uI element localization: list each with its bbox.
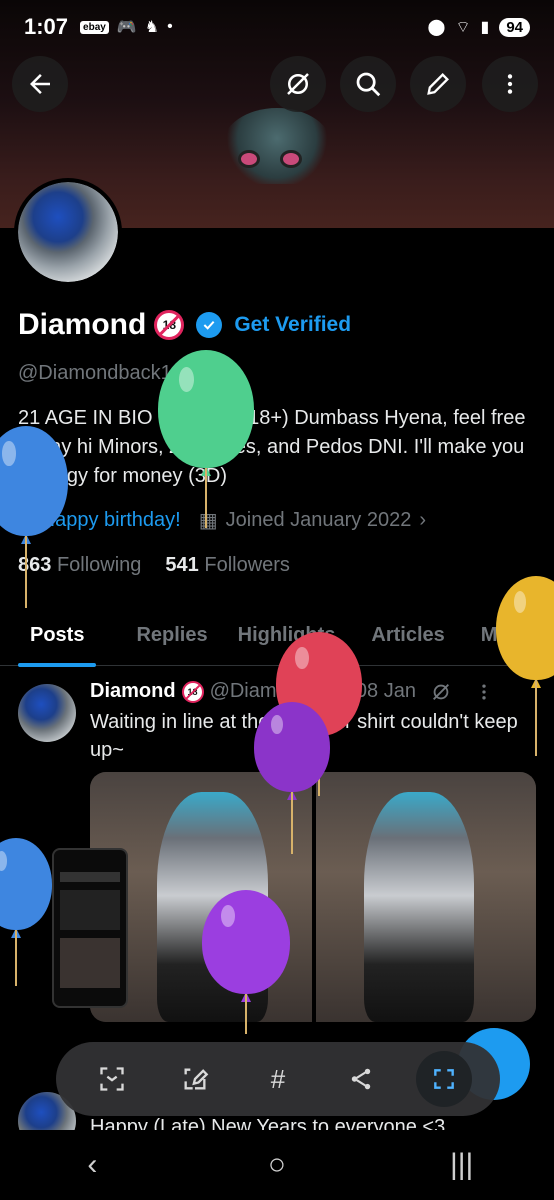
get-verified-link[interactable]: Get Verified [234,313,351,337]
profile-name: Diamond [18,308,147,341]
balloon-purple [202,890,290,1034]
capture-icon[interactable] [416,1051,473,1107]
balloon-purple-small [254,702,330,854]
system-nav-bar: ‹ ○ ||| [0,1130,554,1200]
followers-count: 541 [165,554,199,576]
following-link[interactable]: 863 Following [18,554,141,577]
share-icon[interactable] [333,1051,389,1107]
birthday-link[interactable]: Happy birthday! [41,509,181,532]
post-image-2[interactable] [316,772,536,1022]
back-button[interactable] [12,56,68,112]
calendar-icon: ▦ [198,510,218,532]
followers-label: Followers [204,554,290,576]
chevron-right-icon[interactable]: › [419,509,426,532]
banner-eye-left [238,150,260,168]
more-vertical-icon [507,74,513,94]
edit-button[interactable] [410,56,466,112]
notification-icon: ♞ [144,19,160,36]
search-button[interactable] [340,56,396,112]
ebay-notification-icon: ebay [80,20,109,34]
draw-edit-icon[interactable] [167,1051,223,1107]
following-count: 863 [18,554,52,576]
signal-icon: ▮ [480,19,490,36]
grok-icon[interactable] [430,681,452,703]
banner-eye-right [280,150,302,168]
dot-icon: • [167,18,173,35]
pencil-icon [427,73,449,95]
smart-select-icon[interactable] [84,1051,140,1107]
no-under-18-icon: 18 [154,310,185,340]
profile-bio: 21 AGE IN BIO PLEASE (18+) Dumbass Hyena… [18,407,526,487]
followers-link[interactable]: 541 Followers [165,554,290,577]
wifi-icon: ⌔ [455,19,471,36]
banner-character [222,108,332,184]
nav-home-icon[interactable]: ○ [237,1148,317,1182]
post-author-name[interactable]: Diamond [90,680,176,703]
follow-stats: 863 Following 541 Followers [18,554,290,577]
tab-posts[interactable]: Posts [17,606,98,667]
balloon-green [158,350,254,528]
nav-recents-icon[interactable]: ||| [422,1148,502,1182]
search-icon [356,72,381,97]
battery-indicator: 94 [499,17,530,37]
tab-replies[interactable]: Replies [136,606,207,665]
profile-avatar[interactable] [14,178,122,286]
hashtag-icon[interactable]: # [250,1051,306,1107]
status-time: 1:07 [24,14,69,39]
post-avatar[interactable] [18,684,76,742]
back-arrow-icon [30,74,50,94]
game-controller-icon: 🎮 [116,19,137,36]
grok-icon [287,73,309,95]
balloon-blue-lower [0,838,52,986]
profile-tabs: Posts Replies Highlights Articles Media [0,606,554,667]
status-bar: 1:07 ebay 🎮 ♞ • ⬤ ⌔ ▮ 94 [0,0,554,54]
verified-badge-icon[interactable] [196,312,223,338]
no-under-18-icon: 18 [181,680,204,703]
profile-meta: ⚲ Happy birthday! ▦ Joined January 2022 … [18,508,426,533]
tab-articles[interactable]: Articles [371,606,444,665]
more-options-button[interactable] [482,56,538,112]
joined-date: Joined January 2022 [225,509,412,531]
screenshot-toolbar: # [56,1042,500,1116]
location-icon: ⬤ [427,19,446,36]
more-vertical-icon[interactable] [474,682,494,702]
profile-name-row: Diamond 18 Get Verified [18,308,351,342]
grok-button[interactable] [270,56,326,112]
screenshot-thumbnail[interactable] [52,848,128,1008]
nav-back-icon[interactable]: ‹ [52,1148,132,1182]
following-label: Following [56,554,142,576]
